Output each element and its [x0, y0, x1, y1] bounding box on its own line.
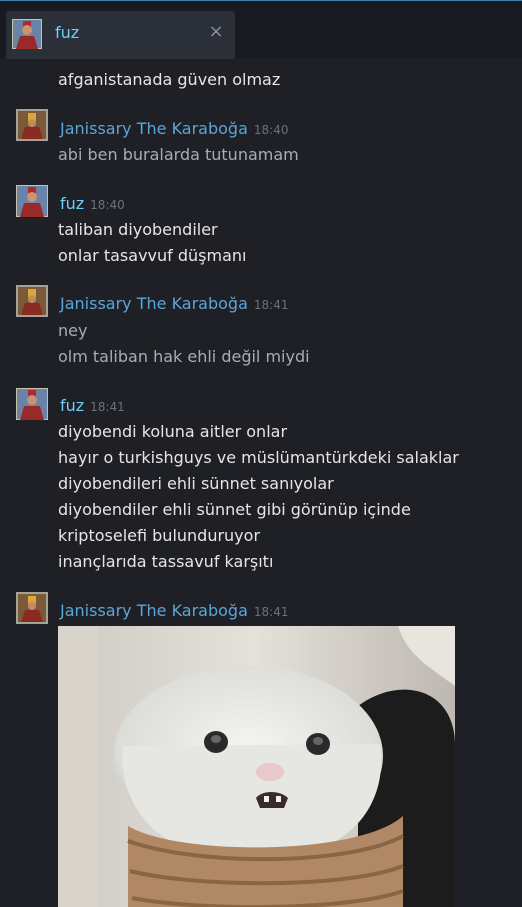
message-line: abi ben buralarda tutunamam — [58, 145, 299, 164]
fuz-avatar[interactable] — [16, 388, 48, 420]
message-line: ney — [58, 321, 88, 340]
message-line: taliban diyobendiler — [58, 220, 218, 239]
fuz-avatar[interactable] — [16, 185, 48, 217]
chat-tab-bar: fuz × — [0, 0, 522, 59]
message-line: diyobendileri ehli sünnet sanıyolar — [58, 474, 334, 493]
janissary-avatar[interactable] — [16, 109, 48, 141]
message-timestamp: 18:40 — [90, 198, 125, 212]
cat-image[interactable] — [58, 626, 455, 907]
message-author: Janissary The Karaboğa 18:41 — [60, 294, 288, 313]
janissary-avatar[interactable] — [16, 285, 48, 317]
close-icon[interactable]: × — [206, 22, 226, 42]
chat-tab-fuz[interactable]: fuz × — [6, 11, 235, 59]
author-name[interactable]: Janissary The Karaboğa — [60, 294, 248, 313]
message-author: fuz 18:40 — [60, 194, 125, 213]
message-line: kriptoselefi bulunduruyor — [58, 526, 261, 545]
message-line: diyobendi koluna aitler onlar — [58, 422, 288, 441]
fuz-avatar — [12, 19, 42, 49]
message-timestamp: 18:41 — [253, 605, 289, 619]
tab-label: fuz — [55, 23, 80, 42]
message-line: inançlarıda tassavuf karşıtı — [58, 552, 274, 571]
message-line: diyobendiler ehli sünnet gibi görünüp iç… — [58, 500, 411, 519]
author-name[interactable]: Janissary The Karaboğa — [60, 601, 248, 620]
message-author: Janissary The Karaboğa 18:41 — [60, 601, 288, 620]
message-line: hayır o turkishguys ve müslümantürkdeki … — [58, 448, 459, 467]
message-line: onlar tasavvuf düşmanı — [58, 246, 247, 265]
author-name[interactable]: fuz — [60, 396, 84, 415]
author-name[interactable]: Janissary The Karaboğa — [60, 119, 248, 138]
message-line: afganistanada güven olmaz — [58, 70, 281, 89]
message-timestamp: 18:41 — [253, 298, 289, 312]
message-timestamp: 18:40 — [253, 123, 289, 137]
author-name[interactable]: fuz — [60, 194, 84, 213]
message-author: Janissary The Karaboğa 18:40 — [60, 119, 288, 138]
chat-log: afganistanada güven olmaz Janissary The … — [0, 58, 522, 907]
message-timestamp: 18:41 — [90, 400, 125, 414]
message-author: fuz 18:41 — [60, 396, 125, 415]
message-line: olm taliban hak ehli değil miydi — [58, 347, 310, 366]
janissary-avatar[interactable] — [16, 592, 48, 624]
